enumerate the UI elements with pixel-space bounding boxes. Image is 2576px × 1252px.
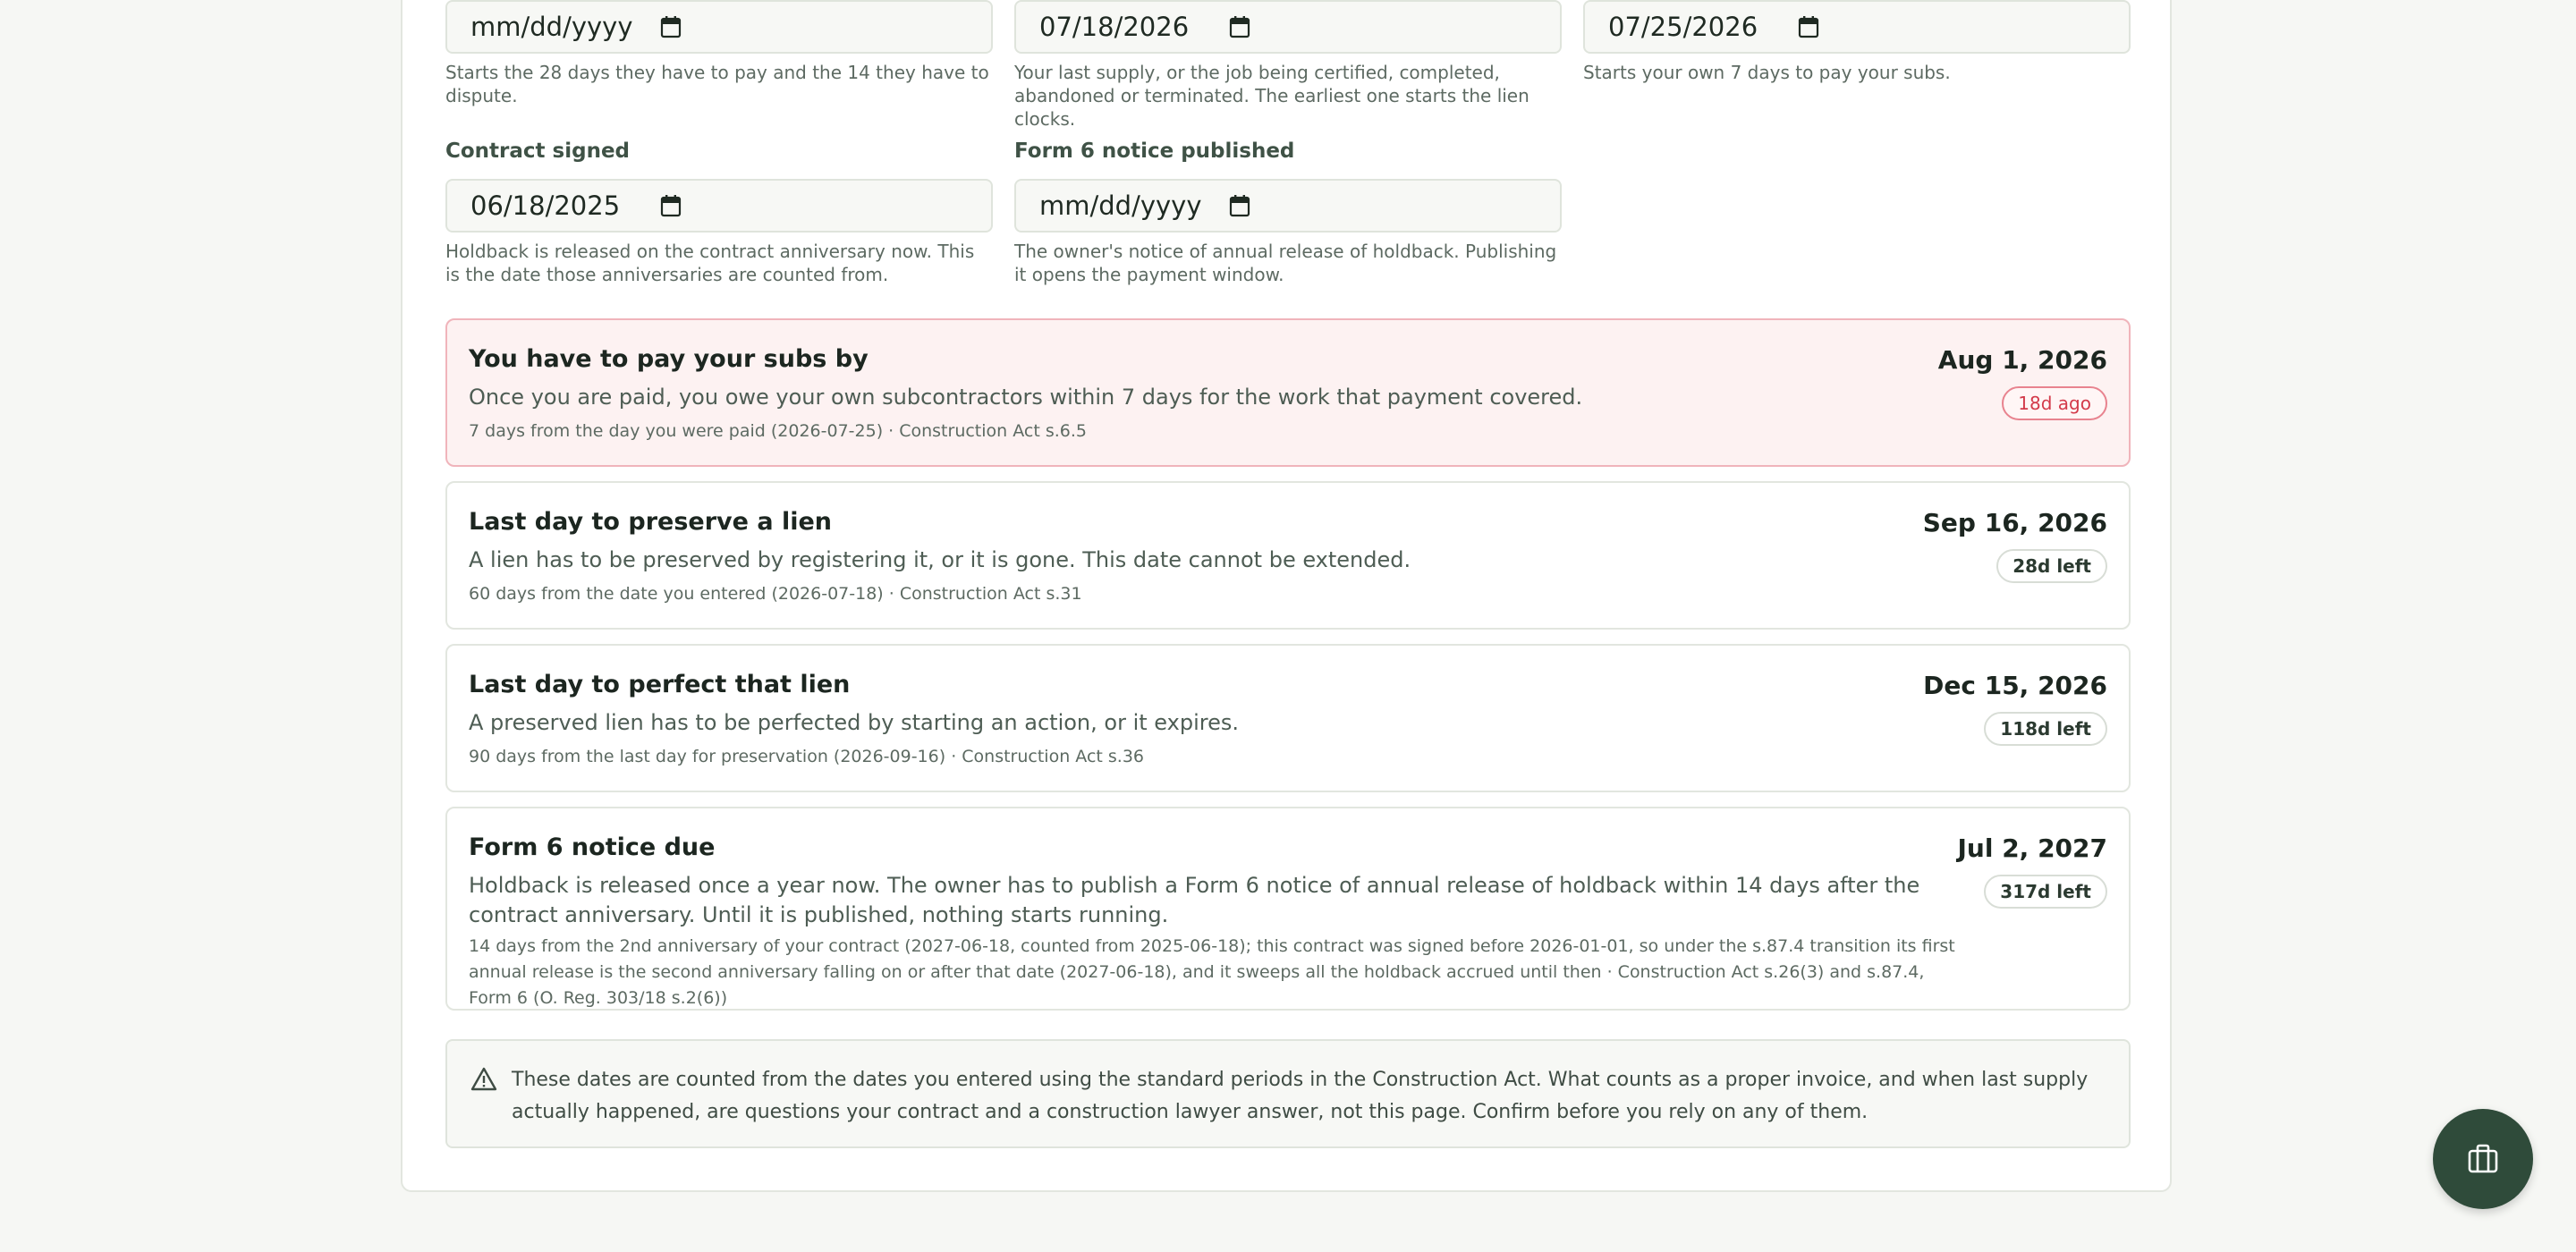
deadline-card-preserve-lien: Last day to preserve a lien Sep 16, 2026… [445,481,2131,630]
deadline-source: 90 days from the last day for preservati… [469,747,1144,766]
last-supply-date-hint: Your last supply, or the job being certi… [1014,62,1530,130]
deadline-date: Aug 1, 2026 [1937,345,2107,375]
invoice-date-value: mm/dd/yyyy [470,12,633,42]
disclaimer-note: These dates are counted from the dates y… [445,1039,2131,1148]
paid-date-hint: Starts your own 7 days to pay your subs. [1583,62,1951,83]
deadline-source: 14 days from the 2nd anniversary of your… [469,936,1955,1008]
deadline-card-pay-subs: You have to pay your subs by Aug 1, 2026… [445,318,2131,467]
status-badge: 18d ago [2002,386,2107,420]
deadline-title: Last day to perfect that lien [469,671,851,698]
invoice-date-hint: Starts the 28 days they have to pay and … [445,62,989,106]
deadline-source: 60 days from the date you entered (2026-… [469,584,1082,604]
deadline-date: Sep 16, 2026 [1922,508,2107,537]
last-supply-date-input[interactable]: 07/18/2026 [1014,0,1562,54]
deadline-source: 7 days from the day you were paid (2026-… [469,421,1087,441]
deadline-description: A lien has to be preserved by registerin… [469,547,1411,572]
calendar-icon[interactable] [660,15,682,38]
contract-signed-hint: Holdback is released on the contract ann… [445,241,975,285]
last-supply-date-field: 07/18/2026 Your last supply, or the job … [1014,0,1562,131]
calendar-icon[interactable] [1798,15,1819,38]
invoice-date-input[interactable]: mm/dd/yyyy [445,0,993,54]
contract-signed-label: Contract signed [445,140,631,163]
status-badge: 118d left [1984,712,2107,746]
deadline-description: Once you are paid, you owe your own subc… [469,385,1583,410]
contract-signed-field: Contract signed 06/18/2025 Holdback is r… [445,140,993,286]
deadline-title: Last day to preserve a lien [469,508,833,536]
warning-icon [470,1067,497,1091]
deadline-date: Jul 2, 2027 [1957,833,2108,863]
form6-published-hint: The owner's notice of annual release of … [1014,241,1557,285]
form6-published-input[interactable]: mm/dd/yyyy [1014,179,1562,233]
status-badge: 28d left [1996,549,2107,583]
paid-date-field: 07/25/2026 Starts your own 7 days to pay… [1583,0,2131,84]
deadline-description: Holdback is released once a year now. Th… [469,873,1920,927]
paid-date-value: 07/25/2026 [1608,12,1758,42]
deadline-title: You have to pay your subs by [469,345,869,373]
deadline-card-perfect-lien: Last day to perfect that lien Dec 15, 20… [445,644,2131,792]
calendar-icon[interactable] [660,194,682,217]
invoice-date-field: mm/dd/yyyy Starts the 28 days they have … [445,0,993,107]
calendar-icon[interactable] [1229,15,1250,38]
contract-signed-input[interactable]: 06/18/2025 [445,179,993,233]
form6-published-value: mm/dd/yyyy [1039,190,1202,221]
deadline-card-form6: Form 6 notice due Jul 2, 2027 317d left … [445,807,2131,1011]
contract-signed-value: 06/18/2025 [470,190,621,221]
deadline-title: Form 6 notice due [469,833,716,861]
status-badge: 317d left [1984,875,2107,909]
disclaimer-text: These dates are counted from the dates y… [512,1069,2089,1123]
briefcase-button[interactable] [2433,1109,2533,1209]
deadline-date: Dec 15, 2026 [1923,671,2107,700]
form6-published-label: Form 6 notice published [1014,140,1295,163]
form6-published-field: Form 6 notice published mm/dd/yyyy The o… [1014,140,1562,286]
last-supply-date-value: 07/18/2026 [1039,12,1190,42]
paid-date-input[interactable]: 07/25/2026 [1583,0,2131,54]
briefcase-icon [2468,1144,2498,1173]
deadline-description: A preserved lien has to be perfected by … [469,710,1239,735]
calendar-icon[interactable] [1229,194,1250,217]
